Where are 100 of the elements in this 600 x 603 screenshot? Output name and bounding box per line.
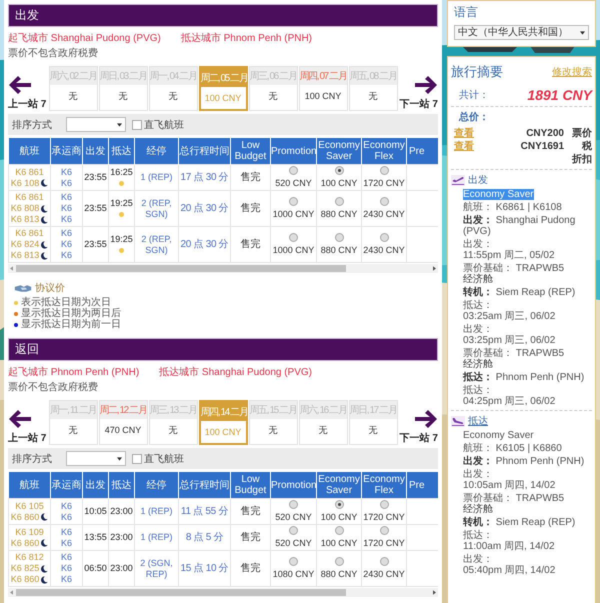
flight-number[interactable]: K6 825 (10, 563, 40, 574)
scroll-left-icon[interactable] (10, 590, 13, 595)
fare-radio[interactable] (289, 197, 298, 206)
flight-number[interactable]: K6 813 (10, 250, 40, 261)
stops-link[interactable]: 2 (REP, SGN) (134, 226, 178, 262)
flight-number[interactable]: K6 108 (10, 178, 40, 188)
fare-price: 520 CNY (274, 512, 313, 523)
sort-dropdown[interactable] (66, 451, 126, 466)
carrier-code: K6 (60, 214, 73, 225)
fare-radio[interactable] (289, 166, 298, 175)
scrollbar-thumb[interactable] (16, 589, 346, 596)
view-link[interactable]: 查看 (454, 127, 474, 140)
language-dropdown[interactable]: 中文（中华人民共和国） (454, 25, 589, 40)
date-tab[interactable]: 周二, 12 二月 470 CNY (98, 400, 148, 445)
next-link[interactable]: 下一站 7 (400, 431, 438, 445)
duration-link[interactable]: 11 点 55 分 (178, 498, 230, 524)
scroll-right-icon[interactable] (433, 266, 436, 271)
column-header: Promotion (270, 472, 316, 498)
previous-link[interactable]: 上一站 7 (8, 97, 46, 111)
fare-radio[interactable] (289, 526, 298, 535)
arrival-time: 23:00 (109, 506, 134, 517)
fare-radio[interactable] (380, 166, 388, 175)
leg-detail: 航班： K6861 | K6108 (463, 202, 563, 213)
fare-radio[interactable] (289, 557, 298, 566)
scroll-right-icon[interactable] (433, 590, 436, 595)
duration-link[interactable]: 17 点 30 分 (178, 164, 230, 190)
fare-radio[interactable] (380, 233, 388, 242)
fare-radio[interactable] (380, 526, 388, 535)
leg-title[interactable]: 抵达 (468, 414, 488, 428)
fare-radio[interactable] (334, 557, 344, 566)
fare-radio[interactable] (289, 233, 298, 242)
table-cell: 06:50 (82, 550, 108, 586)
arrow-right-icon[interactable] (414, 409, 438, 429)
scroll-left-icon[interactable] (10, 266, 13, 271)
flight-number[interactable]: K6 860 (10, 512, 40, 522)
detail-label: 抵达： (463, 385, 494, 396)
price-title: 总价： (458, 110, 490, 124)
price-label: 票价 (571, 127, 592, 140)
detail-label: 抵达： (463, 300, 494, 311)
table-cell: 售完 (230, 226, 270, 262)
stops-link[interactable]: 1 (REP) (134, 524, 178, 550)
fare-radio[interactable] (334, 526, 344, 535)
previous-link[interactable]: 上一站 7 (8, 431, 46, 445)
leg-detail: 转机： Siem Reap (REP) (463, 517, 576, 528)
fare-radio[interactable] (334, 500, 344, 509)
flight-number[interactable]: K6 808 (10, 203, 40, 214)
handshake-icon (14, 284, 32, 292)
duration-link[interactable]: 20 点 30 分 (178, 226, 230, 262)
carrier-code: K6 (60, 526, 73, 538)
detail-label: 出发： (463, 239, 494, 250)
stops-link[interactable]: 1 (REP) (134, 498, 178, 524)
duration-link[interactable]: 15 点 10 分 (178, 550, 230, 586)
duration-link[interactable]: 8 点 5 分 (178, 524, 230, 550)
flight-number[interactable]: K6 860 (10, 574, 40, 585)
table-cell: 售完 (230, 164, 270, 190)
arrival-time: 23:00 (109, 532, 134, 543)
leg-detail: 转机： Siem Reap (REP) (463, 287, 576, 298)
column-header: 经停 (134, 472, 178, 498)
fare-radio[interactable] (334, 197, 344, 206)
flight-number[interactable]: K6 824 (10, 239, 40, 250)
flight-number[interactable]: K6 109 (15, 526, 44, 538)
carrier-code: K6 (60, 203, 73, 214)
arrow-left-icon[interactable] (8, 75, 32, 95)
fare-radio[interactable] (334, 166, 344, 175)
modify-search-link[interactable]: 修改搜索 (552, 65, 592, 79)
sort-dropdown[interactable] (66, 117, 126, 132)
scrollbar-thumb[interactable] (16, 265, 346, 272)
table-cell: 10:05 (82, 498, 108, 524)
horizontal-scrollbar[interactable] (8, 264, 438, 273)
fare-radio[interactable] (289, 500, 298, 509)
column-header: Economy Saver (316, 138, 362, 164)
date-tab[interactable]: 周四, 07 二月 100 CNY (298, 66, 348, 111)
fare-radio[interactable] (334, 233, 344, 242)
flight-number[interactable]: K6 860 (10, 538, 40, 548)
fare-radio[interactable] (380, 197, 388, 206)
direct-checkbox[interactable] (132, 454, 142, 464)
table-cell: 售完 (230, 498, 270, 524)
carrier-code: K6 (60, 552, 73, 563)
duration-link[interactable]: 20 点 30 分 (178, 190, 230, 226)
flight-number[interactable]: K6 813 (10, 214, 40, 225)
stops-link[interactable]: 2 (SGN, REP) (134, 550, 178, 586)
stops-link[interactable]: 2 (REP, SGN) (134, 190, 178, 226)
detail-label: 出发： (463, 469, 494, 480)
next-link[interactable]: 下一站 7 (400, 97, 438, 111)
flight-number[interactable]: K6 861 (15, 192, 44, 203)
arrow-left-icon[interactable] (8, 409, 32, 429)
flight-number[interactable]: K6 105 (15, 500, 44, 512)
horizontal-scrollbar[interactable] (8, 588, 438, 597)
stops-link[interactable]: 1 (REP) (134, 164, 178, 190)
direct-checkbox[interactable] (132, 120, 142, 130)
view-link[interactable]: 查看 (454, 140, 474, 153)
date-tab[interactable]: 周四, 14 二月 100 CNY (198, 400, 248, 445)
flight-number[interactable]: K6 812 (15, 552, 44, 563)
fare-radio[interactable] (380, 500, 388, 509)
date-tab[interactable]: 周二, 05 二月 100 CNY (198, 66, 248, 111)
flight-number[interactable]: K6 861 (15, 166, 44, 178)
fare-price: 520 CNY (274, 538, 313, 549)
flight-number[interactable]: K6 861 (15, 228, 44, 239)
arrow-right-icon[interactable] (414, 75, 438, 95)
fare-radio[interactable] (380, 557, 388, 566)
